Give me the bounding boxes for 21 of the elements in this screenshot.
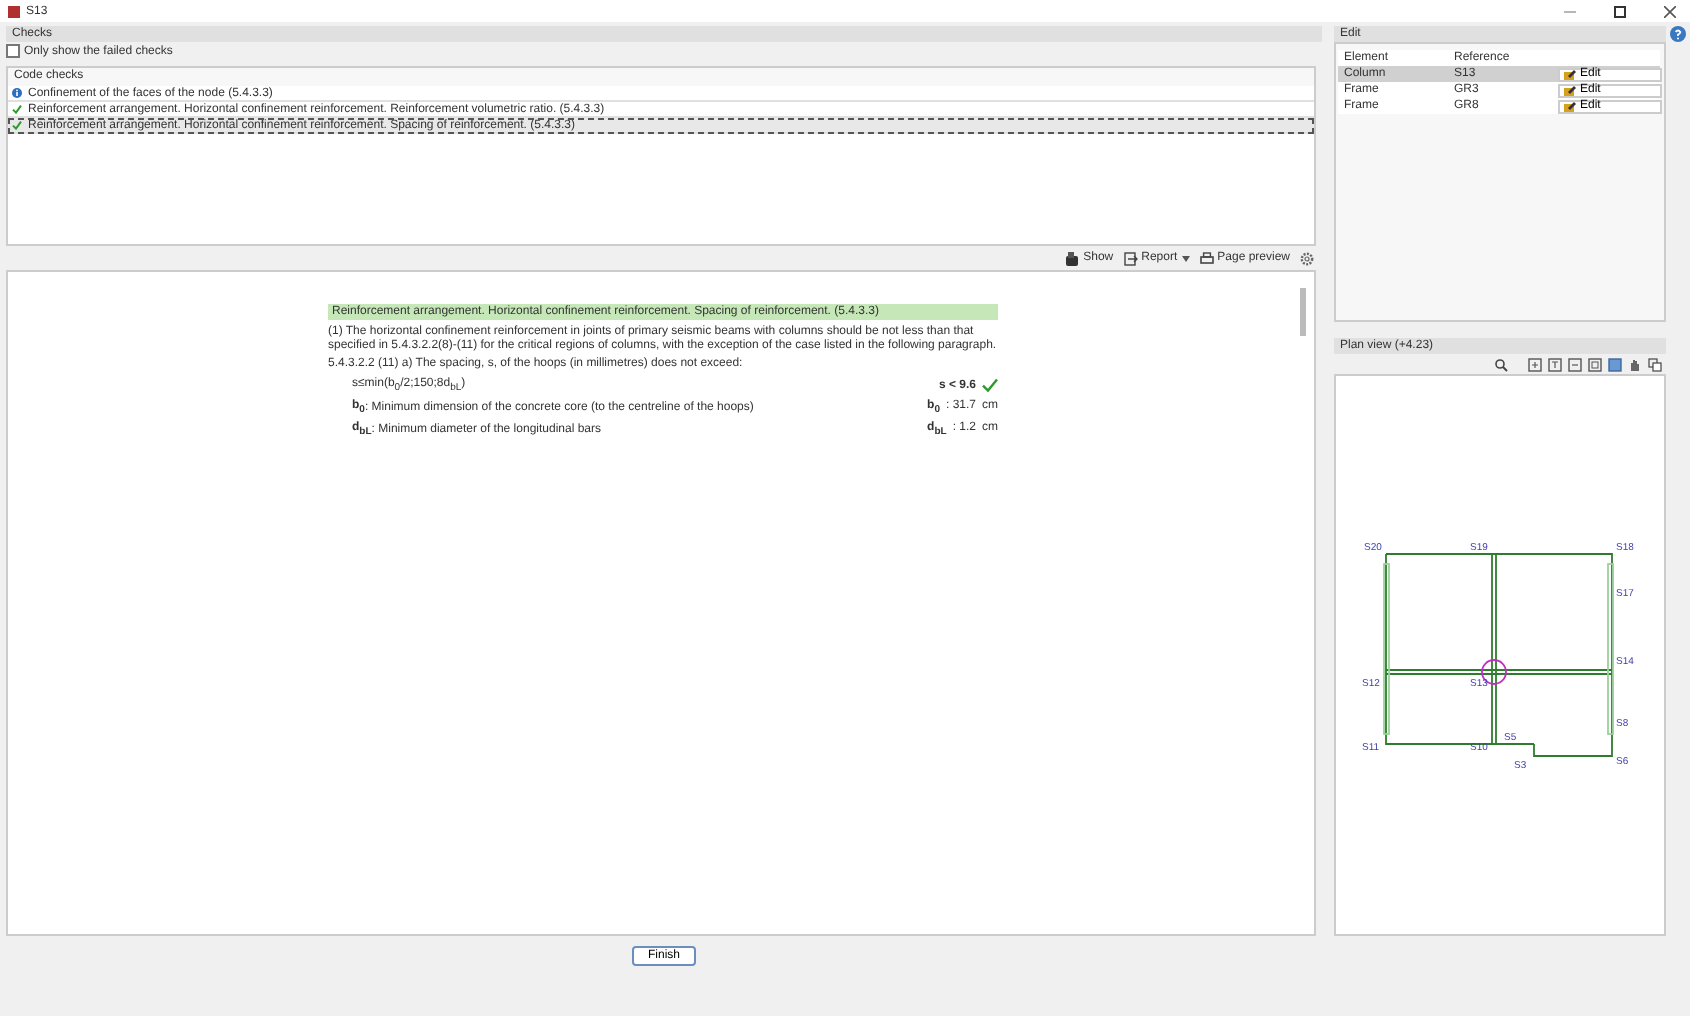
app-icon (8, 5, 20, 17)
view-icon[interactable] (1608, 357, 1622, 371)
settings-button[interactable] (1300, 251, 1314, 265)
pencil-folder-icon (1564, 69, 1576, 79)
gear-icon (1300, 251, 1314, 265)
info-icon (12, 88, 22, 98)
pencil-folder-icon (1564, 101, 1576, 111)
checkbox[interactable] (6, 44, 20, 58)
pencil-folder-icon (1564, 85, 1576, 95)
help-icon[interactable] (1670, 26, 1686, 42)
search-icon[interactable] (1494, 357, 1508, 371)
scrollbar[interactable] (1300, 288, 1306, 336)
copy-icon[interactable] (1648, 357, 1662, 371)
frame-icon[interactable] (1588, 357, 1602, 371)
restore-icon[interactable] (1614, 5, 1626, 17)
printer-icon (1199, 251, 1214, 265)
export-icon (1123, 251, 1138, 265)
zoom-extents-icon[interactable] (1548, 357, 1562, 371)
zoom-window-icon[interactable] (1528, 357, 1542, 371)
zoom-out-icon[interactable] (1568, 357, 1582, 371)
close-icon[interactable] (1664, 5, 1676, 17)
